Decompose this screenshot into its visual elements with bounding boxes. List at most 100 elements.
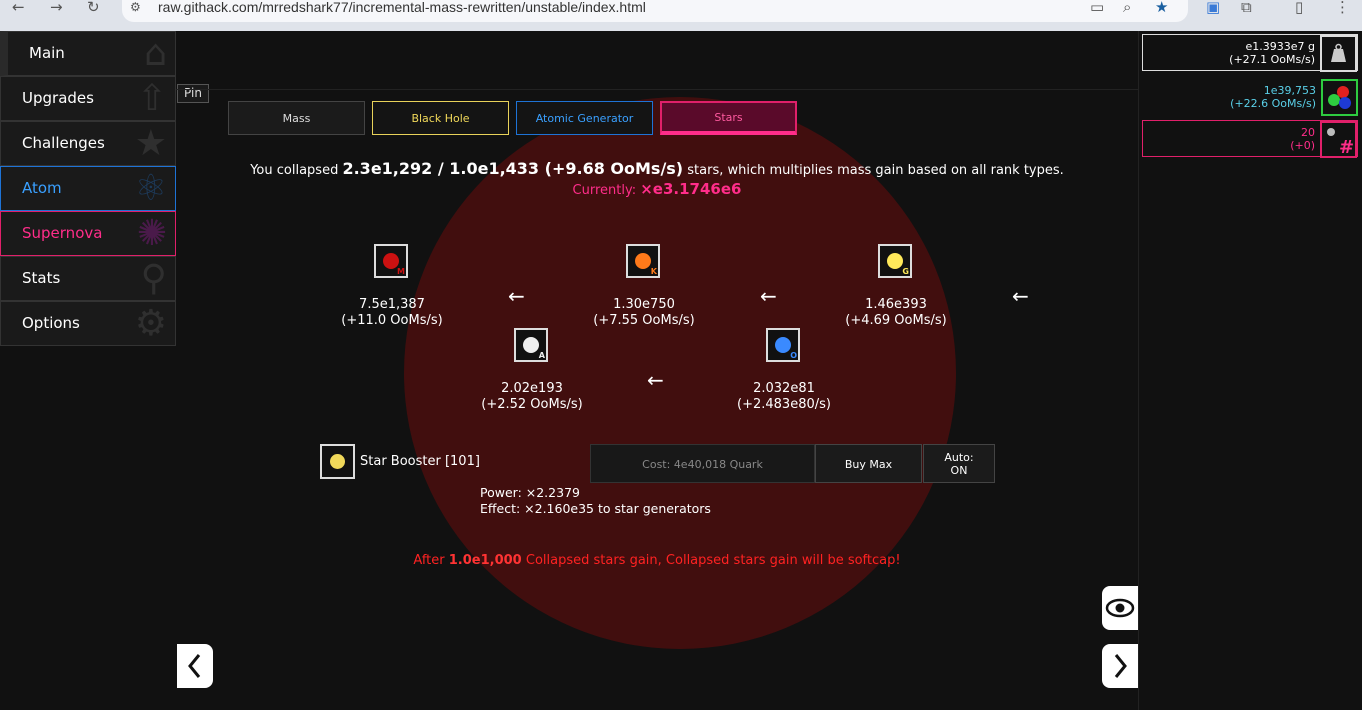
left-arrow-icon: ← (1012, 284, 1029, 308)
next-tab-button[interactable] (1102, 644, 1138, 688)
sidebar-item-main[interactable]: ⌂ Main (0, 31, 176, 76)
star-letter: O (790, 351, 797, 360)
up-arrow-icon: ⇧ (136, 78, 167, 119)
bookmark-star-icon[interactable]: ★ (1155, 0, 1168, 15)
blue-star-icon (775, 337, 791, 353)
star-letter: M (397, 267, 405, 276)
divider (176, 89, 1138, 90)
star-generator-o-icon: O (766, 328, 800, 362)
sidebar-item-atom[interactable]: ⚛ Atom (0, 166, 176, 211)
orange-star-icon (635, 253, 651, 269)
softcap-suffix: Collapsed stars gain, Collapsed stars ga… (525, 553, 901, 568)
main-icon: ⌂ (144, 33, 167, 74)
mass-value: e1.3933e7 g (1245, 40, 1315, 53)
star-booster-title: Star Booster [101] (360, 454, 480, 469)
generator-rate: (+7.55 OoMs/s) (593, 313, 695, 328)
previous-tab-button[interactable] (177, 644, 213, 688)
star-generator-m-value: 7.5e1,387 (+11.0 OoMs/s) (312, 297, 472, 329)
sidebar-item-upgrades[interactable]: ⇧ Upgrades (0, 76, 176, 121)
booster-star-icon (328, 452, 347, 471)
sidebar-item-label: Stats (22, 269, 61, 287)
star-generator-g-icon: G (878, 244, 912, 278)
install-icon[interactable]: ▭ (1090, 0, 1104, 15)
softcap-value: 1.0e1,000 (448, 553, 522, 568)
tab-mass[interactable]: Mass (228, 101, 365, 135)
atom-icon: ⚛ (134, 168, 167, 209)
sidebar-item-label: Options (22, 314, 80, 332)
white-star-icon (523, 337, 539, 353)
generator-amount: 1.30e750 (613, 297, 675, 312)
star-letter: K (650, 267, 657, 276)
supernova-rate: (+0) (1290, 139, 1315, 152)
zoom-icon[interactable]: ⌕ (1123, 0, 1131, 15)
back-icon[interactable]: ← (12, 0, 25, 15)
browser-toolbar: ← → ↻ ⚙ raw.githack.com/mrredshark77/inc… (0, 0, 1362, 31)
generator-rate: (+2.52 OoMs/s) (481, 397, 583, 412)
svg-text:#: # (1339, 137, 1354, 156)
star-booster-cost-button[interactable]: Cost: 4e40,018 Quark (590, 444, 815, 483)
currently-value: ×e3.1746e6 (640, 180, 742, 198)
star-generator-o-value: 2.032e81 (+2.483e80/s) (704, 381, 864, 413)
tab-stars[interactable]: Stars (660, 101, 797, 135)
booster-effect: Effect: ×2.160e35 to star generators (480, 501, 711, 516)
collapsed-stars-text: You collapsed 2.3e1,292 / 1.0e1,433 (+9.… (176, 159, 1138, 178)
star-booster-icon (320, 444, 355, 479)
supernova-icon: ✺ (136, 213, 167, 254)
sidebar-item-options[interactable]: ⚙ Options (0, 301, 176, 346)
sidebar-item-stats[interactable]: ⚲ Stats (0, 256, 176, 301)
tab-black-hole[interactable]: Black Hole (372, 101, 509, 135)
sidebar-item-label: Main (29, 44, 65, 62)
forward-icon[interactable]: → (50, 0, 63, 15)
eye-icon[interactable] (1102, 586, 1138, 630)
pin-button[interactable]: Pin (177, 84, 209, 103)
generator-amount: 1.46e393 (865, 297, 927, 312)
resource-supernova: 20 (+0) # (1142, 120, 1358, 158)
sidebar-item-supernova[interactable]: ✺ Supernova (0, 211, 176, 256)
mass-rate: (+27.1 OoMs/s) (1229, 53, 1315, 66)
sidebar: ⌂ Main ⇧ Upgrades ★ Challenges ⚛ Atom ✺ … (0, 31, 176, 710)
reload-icon[interactable]: ↻ (87, 0, 100, 15)
sidebar-item-challenges[interactable]: ★ Challenges (0, 121, 176, 166)
auto-state: ON (950, 464, 968, 477)
gear-icon: ⚙ (134, 303, 167, 344)
star-generator-m-icon: M (374, 244, 408, 278)
booster-power: Power: ×2.2379 (480, 485, 580, 500)
stats-icon: ⚲ (140, 258, 167, 299)
yellow-star-icon (887, 253, 903, 269)
softcap-warning: After 1.0e1,000 Collapsed stars gain, Co… (176, 553, 1138, 568)
auto-toggle-button[interactable]: Auto: ON (923, 444, 995, 483)
star-generator-g-value: 1.46e393 (+4.69 OoMs/s) (816, 297, 976, 329)
currently-label: Currently: (572, 183, 637, 198)
tab-atomic-generator[interactable]: Atomic Generator (516, 101, 653, 135)
star-generator-k-icon: K (626, 244, 660, 278)
generator-rate: (+11.0 OoMs/s) (341, 313, 443, 328)
puzzle-icon[interactable]: ⧉ (1241, 0, 1252, 15)
resource-quark-text: 1e39,753 (+22.6 OoMs/s) (1230, 84, 1316, 110)
supernova-value: 20 (1301, 126, 1315, 139)
generator-amount: 2.02e193 (501, 381, 563, 396)
supernova-icon: # (1320, 121, 1357, 158)
resource-mass-text: e1.3933e7 g (+27.1 OoMs/s) (1229, 40, 1315, 66)
extension-icon[interactable]: ▣ (1206, 0, 1220, 15)
collapsed-prefix: You collapsed (250, 163, 339, 178)
url-text[interactable]: raw.githack.com/mrredshark77/incremental… (158, 0, 646, 14)
sidebar-item-label: Supernova (22, 224, 103, 242)
sidebar-item-label: Atom (22, 179, 62, 197)
menu-icon[interactable]: ⋮ (1335, 0, 1350, 15)
resource-quark: 1e39,753 (+22.6 OoMs/s) (1142, 79, 1358, 116)
site-info-icon[interactable]: ⚙ (130, 0, 141, 14)
star-generator-a-value: 2.02e193 (+2.52 OoMs/s) (452, 381, 612, 413)
sidebar-icon[interactable]: ▯ (1295, 0, 1303, 15)
auto-label: Auto: (944, 451, 974, 464)
collapsed-suffix: stars, which multiplies mass gain based … (687, 163, 1064, 178)
collapsed-stars-value: 2.3e1,292 / 1.0e1,433 (+9.68 OoMs/s) (342, 159, 684, 178)
star-letter: G (902, 267, 909, 276)
generator-rate: (+4.69 OoMs/s) (845, 313, 947, 328)
buy-max-button[interactable]: Buy Max (815, 444, 922, 483)
weight-icon (1320, 35, 1357, 72)
star-generator-a-icon: A (514, 328, 548, 362)
star-letter: A (538, 351, 545, 360)
sidebar-item-label: Upgrades (22, 89, 94, 107)
star-generator-k-value: 1.30e750 (+7.55 OoMs/s) (564, 297, 724, 329)
generator-amount: 2.032e81 (753, 381, 815, 396)
